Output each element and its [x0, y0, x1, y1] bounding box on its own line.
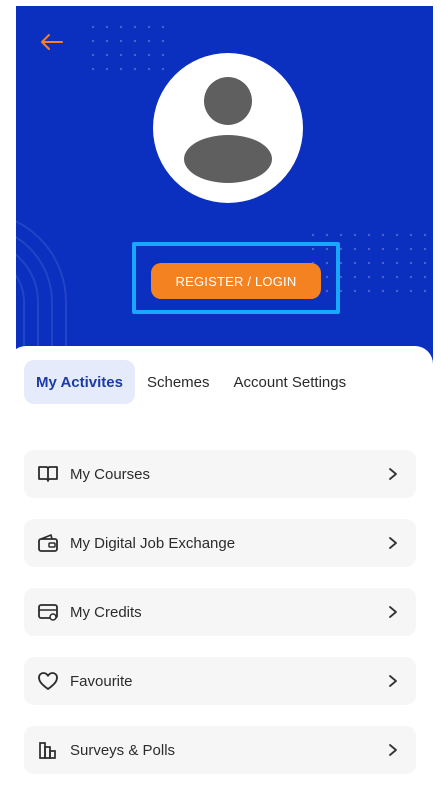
arrow-left-icon	[41, 34, 63, 50]
chevron-right-icon	[386, 674, 400, 688]
back-button[interactable]	[38, 30, 66, 54]
menu-item-my-digital-job-exchange[interactable]: My Digital Job Exchange	[24, 519, 416, 567]
heart-icon	[36, 669, 60, 693]
book-icon	[36, 462, 60, 486]
decorative-dots	[86, 20, 166, 76]
tab-bar: My Activites Schemes Account Settings	[24, 360, 358, 404]
chevron-right-icon	[386, 605, 400, 619]
menu-item-my-courses[interactable]: My Courses	[24, 450, 416, 498]
tab-schemes[interactable]: Schemes	[135, 360, 222, 404]
chevron-right-icon	[386, 743, 400, 757]
menu-item-label: Favourite	[70, 672, 133, 690]
menu-item-surveys-polls[interactable]: Surveys & Polls	[24, 726, 416, 774]
decorative-arcs	[16, 220, 67, 366]
avatar	[153, 53, 303, 203]
menu-item-my-credits[interactable]: My Credits	[24, 588, 416, 636]
content-sheet: My Activites Schemes Account Settings My…	[8, 346, 433, 802]
register-login-button[interactable]: REGISTER / LOGIN	[151, 263, 321, 299]
profile-header: REGISTER / LOGIN	[16, 6, 433, 366]
menu-item-label: My Credits	[70, 603, 142, 621]
credit-card-icon	[36, 600, 60, 624]
tab-my-activites[interactable]: My Activites	[24, 360, 135, 404]
chevron-right-icon	[386, 536, 400, 550]
menu-item-label: Surveys & Polls	[70, 741, 176, 759]
menu-item-label: My Courses	[70, 465, 151, 483]
menu-item-favourite[interactable]: Favourite	[24, 657, 416, 705]
survey-chart-icon	[36, 738, 60, 762]
tab-account-settings[interactable]: Account Settings	[222, 360, 359, 404]
activity-menu: My Courses My Digital Job Exchange My Cr…	[24, 450, 416, 795]
menu-item-label: My Digital Job Exchange	[70, 534, 236, 552]
wallet-icon	[36, 531, 60, 555]
user-avatar-icon	[184, 77, 272, 183]
profile-screen: REGISTER / LOGIN My Activites Schemes Ac…	[0, 0, 441, 802]
chevron-right-icon	[386, 467, 400, 481]
